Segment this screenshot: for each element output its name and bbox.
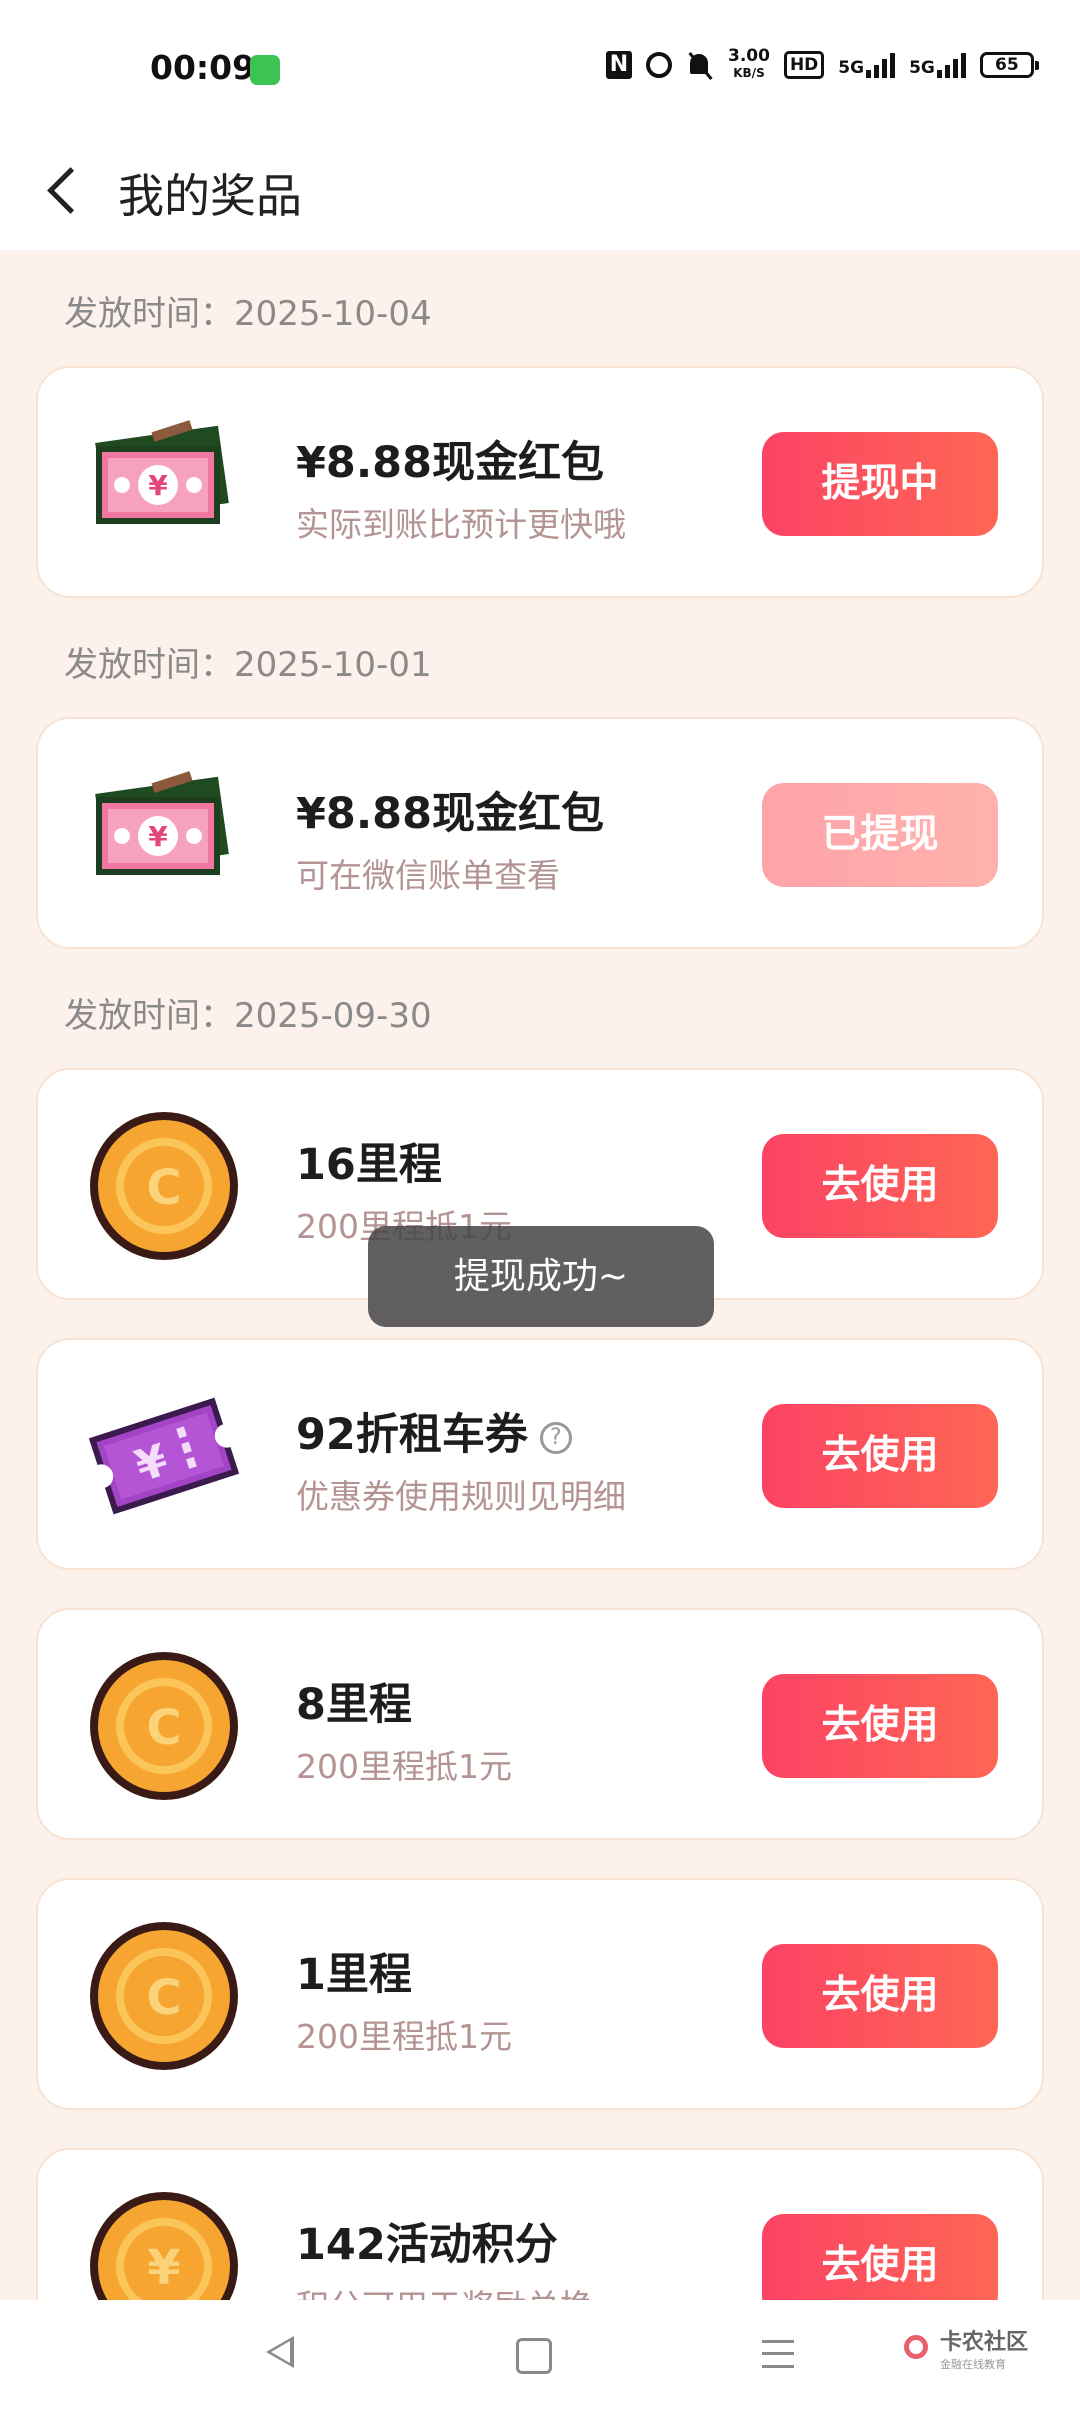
prize-card: ¥ ¥8.88现金红包 可在微信账单查看 已提现 [36, 717, 1044, 949]
system-nav-bar: 卡农社区 金融在线教育 [0, 2300, 1080, 2412]
prize-card: C 8里程 200里程抵1元 去使用 [36, 1608, 1044, 1840]
help-icon[interactable]: ? [539, 1421, 572, 1454]
use-button[interactable]: 去使用 [762, 1404, 998, 1508]
watermark: 卡农社区 金融在线教育 [900, 2324, 1028, 2372]
svg-text:C: C [146, 1700, 181, 1756]
prize-card: ¥ ¥8.88现金红包 实际到账比预计更快哦 提现中 [36, 366, 1044, 598]
svg-text:¥: ¥ [148, 469, 168, 502]
prize-title: 142活动积分 [296, 2220, 558, 2270]
issue-date: 发放时间：2025-10-01 [64, 645, 432, 685]
use-button[interactable]: 去使用 [762, 1134, 998, 1238]
prize-title: 1里程 [296, 1950, 412, 2000]
prize-title: 16里程 [296, 1140, 442, 1190]
prize-card: C 1里程 200里程抵1元 去使用 [36, 1878, 1044, 2110]
prize-subtitle: 200里程抵1元 [296, 1747, 512, 1786]
page-title: 我的奖品 [118, 169, 302, 223]
use-button[interactable]: 去使用 [762, 1944, 998, 2048]
rental-coupon-icon: ¥ [88, 1397, 240, 1515]
withdrawn-button[interactable]: 已提现 [762, 783, 998, 887]
withdrawing-button[interactable]: 提现中 [762, 432, 998, 536]
prize-subtitle: 优惠券使用规则见明细 [296, 1477, 626, 1516]
issue-date: 发放时间：2025-10-04 [64, 294, 432, 334]
success-toast: 提现成功~ [368, 1226, 714, 1327]
nfc-icon: N [606, 50, 632, 79]
watermark-name: 卡农社区 [940, 2330, 1029, 2355]
status-icons: N 3.00 KB/S HD 5G 5G 65 [606, 46, 1039, 81]
prize-title: 92折租车券? [296, 1400, 572, 1462]
issue-date: 发放时间：2025-09-30 [64, 996, 432, 1036]
status-time: 00:09 [150, 48, 256, 87]
cash-envelope-icon: ¥ [95, 771, 229, 875]
message-app-icon [250, 55, 280, 85]
prize-card: ¥ 92折租车券? 优惠券使用规则见明细 去使用 [36, 1338, 1044, 1570]
network-speed: 3.00 KB/S [728, 46, 770, 81]
hd-voice-icon: HD [783, 50, 825, 79]
prize-title: 8里程 [296, 1680, 412, 1730]
coin-c-icon: C [90, 1112, 238, 1260]
watermark-tagline: 金融在线教育 [940, 2358, 1006, 2371]
mute-icon [686, 51, 714, 79]
alarm-icon [646, 51, 672, 78]
watermark-logo-icon [900, 2331, 934, 2365]
prize-title: ¥8.88现金红包 [296, 789, 605, 839]
back-arrow-icon[interactable] [40, 160, 96, 220]
prize-title: ¥8.88现金红包 [296, 438, 605, 488]
signal-sim2-icon: 5G [909, 52, 966, 78]
svg-text:¥: ¥ [147, 2240, 180, 2296]
use-button[interactable]: 去使用 [762, 1674, 998, 1778]
cash-envelope-icon: ¥ [95, 420, 229, 524]
battery-icon: 65 [979, 51, 1039, 78]
coin-c-icon: C [90, 1652, 238, 1800]
svg-text:¥: ¥ [148, 820, 168, 853]
prize-subtitle: 可在微信账单查看 [296, 856, 560, 895]
app-header: 我的奖品 [0, 130, 1080, 250]
nav-home-icon[interactable] [516, 2338, 552, 2374]
coin-c-icon: C [90, 1922, 238, 2070]
signal-sim1-icon: 5G [838, 52, 896, 78]
nav-back-icon[interactable] [266, 2336, 294, 2368]
nav-menu-icon[interactable] [762, 2340, 794, 2368]
svg-text:C: C [146, 1160, 181, 1216]
status-bar: 00:09 N 3.00 KB/S HD 5G 5G 65 [0, 0, 1080, 130]
prize-subtitle: 200里程抵1元 [296, 2017, 512, 2056]
svg-text:C: C [146, 1970, 181, 2026]
prize-subtitle: 实际到账比预计更快哦 [296, 505, 626, 544]
